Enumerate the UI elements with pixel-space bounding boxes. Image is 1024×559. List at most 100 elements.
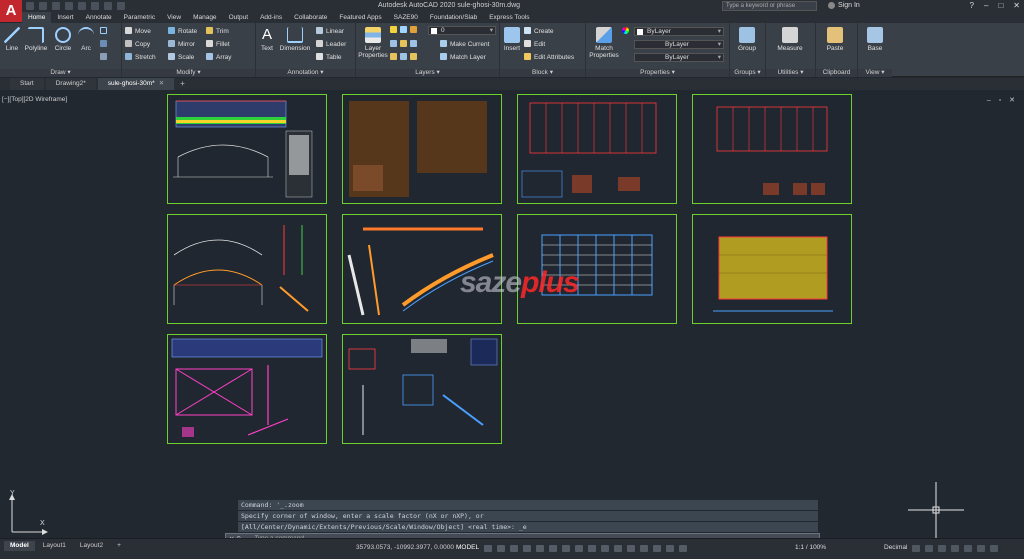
tab-annotate[interactable]: Annotate (80, 12, 118, 23)
plot-icon[interactable] (78, 2, 86, 10)
new-tab-button[interactable]: + (180, 78, 185, 90)
selection-filter-icon[interactable] (640, 545, 648, 552)
search-input[interactable]: Type a keyword or phrase (722, 1, 817, 11)
scale-tool[interactable]: Scale (168, 53, 194, 62)
annotation-scale[interactable]: 1:1 / 100% (795, 544, 826, 551)
save-icon[interactable] (52, 2, 60, 10)
ortho-icon[interactable] (510, 545, 518, 552)
linear-tool[interactable]: Linear (316, 27, 344, 36)
tab-collaborate[interactable]: Collaborate (288, 12, 333, 23)
linetype-dropdown[interactable]: ByLayer ▾ (634, 53, 724, 62)
line-tool[interactable]: Line (4, 27, 20, 52)
auto-scale-icon[interactable] (679, 545, 687, 552)
help-icon[interactable]: ? (970, 1, 974, 10)
table-tool[interactable]: Table (316, 53, 342, 62)
drawing-viewport[interactable]: [−][Top][2D Wireframe] – ▫ ✕ sazeplus Y … (0, 90, 1024, 538)
isolate-objects-icon[interactable] (938, 545, 946, 552)
menu-icon[interactable] (990, 545, 998, 552)
clean-screen-icon[interactable] (964, 545, 972, 552)
view-panel-title[interactable]: View ▾ (858, 69, 892, 77)
tab-saze90[interactable]: SAZE90 (388, 12, 424, 23)
viewport-window-controls[interactable]: – ▫ ✕ (987, 96, 1018, 104)
tab-model[interactable]: Model (4, 541, 35, 551)
layer-tools-row2[interactable] (390, 53, 420, 62)
tab-manage[interactable]: Manage (187, 12, 223, 23)
tab-start[interactable]: Start (10, 78, 44, 90)
leader-tool[interactable]: Leader (316, 40, 346, 49)
dimension-tool[interactable]: Dimension (278, 27, 312, 52)
copy-tool[interactable]: Copy (125, 40, 150, 49)
sheet-bracing-plan[interactable] (692, 214, 852, 324)
edit-block-tool[interactable]: Edit (524, 40, 545, 49)
lineweight-icon[interactable] (575, 545, 583, 552)
new-icon[interactable] (26, 2, 34, 10)
utilities-panel-title[interactable]: Utilities ▾ (766, 69, 815, 77)
autocad-logo[interactable]: A (0, 0, 22, 22)
tab-express-tools[interactable]: Express Tools (483, 12, 535, 23)
dynamic-ucs-icon[interactable] (627, 545, 635, 552)
isodraft-icon[interactable] (536, 545, 544, 552)
tab-insert[interactable]: Insert (51, 12, 79, 23)
layer-dropdown[interactable]: 0 ▾ (428, 26, 496, 35)
grid-icon[interactable] (484, 545, 492, 552)
selection-cycling-icon[interactable] (601, 545, 609, 552)
array-tool[interactable]: Array (206, 53, 232, 62)
sheet-foundation-plan[interactable] (517, 94, 677, 204)
tab-layout1[interactable]: Layout1 (37, 541, 72, 551)
sheet-elevation[interactable] (167, 94, 327, 204)
modify-panel-title[interactable]: Modify ▾ (122, 69, 255, 77)
redo-icon[interactable] (104, 2, 112, 10)
arc-tool[interactable]: Arc (78, 27, 94, 52)
layer-tools-row1[interactable] (390, 40, 420, 49)
osnap-icon[interactable] (562, 545, 570, 552)
viewport-controls-label[interactable]: [−][Top][2D Wireframe] (2, 96, 67, 103)
polyline-tool[interactable]: Polyline (22, 27, 50, 52)
rectangle-tool[interactable] (100, 27, 110, 36)
add-layout-button[interactable]: + (111, 541, 127, 551)
transparency-icon[interactable] (588, 545, 596, 552)
tab-featured-apps[interactable]: Featured Apps (333, 12, 387, 23)
block-panel-title[interactable]: Block ▾ (500, 69, 585, 77)
match-layer-tool[interactable]: Match Layer (440, 53, 486, 62)
minimize-button[interactable]: – (984, 1, 988, 10)
create-block-tool[interactable]: Create (524, 27, 554, 36)
saveas-icon[interactable] (65, 2, 73, 10)
maximize-button[interactable]: □ (998, 1, 1003, 10)
sign-in-link[interactable]: Sign In (838, 2, 860, 9)
annotation-visibility-icon[interactable] (666, 545, 674, 552)
share-icon[interactable] (117, 2, 125, 10)
lineweight-dropdown[interactable]: ByLayer ▾ (634, 40, 724, 49)
open-icon[interactable] (39, 2, 47, 10)
tab-drawing2[interactable]: Drawing2* (45, 78, 96, 90)
lock-ui-icon[interactable] (925, 545, 933, 552)
tab-parametric[interactable]: Parametric (118, 12, 161, 23)
insert-tool[interactable]: Insert (502, 27, 522, 52)
osnap-tracking-icon[interactable] (549, 545, 557, 552)
mirror-tool[interactable]: Mirror (168, 40, 195, 49)
quick-properties-icon[interactable] (912, 545, 920, 552)
model-space-toggle[interactable]: MODEL (456, 544, 479, 551)
fillet-tool[interactable]: Fillet (206, 40, 230, 49)
undo-icon[interactable] (91, 2, 99, 10)
measure-tool[interactable]: Measure (770, 27, 810, 52)
units-display[interactable]: Decimal (884, 544, 907, 551)
layers-panel-title[interactable]: Layers ▾ (356, 69, 499, 77)
sheet-connection-details[interactable] (342, 334, 502, 444)
layer-state-icons[interactable] (390, 26, 420, 35)
trim-tool[interactable]: Trim (206, 27, 229, 36)
boundary-tool[interactable] (100, 53, 110, 62)
tab-sule-ghosi[interactable]: sule-ghosi-30m* ✕ (97, 78, 175, 90)
circle-tool[interactable]: Circle (52, 27, 74, 52)
make-current-tool[interactable]: Make Current (440, 40, 489, 49)
3d-osnap-icon[interactable] (614, 545, 622, 552)
polar-icon[interactable] (523, 545, 531, 552)
match-properties-tool[interactable]: Match Properties (588, 27, 620, 59)
color-dropdown[interactable]: ByLayer ▾ (634, 27, 724, 36)
sheet-frame-bracing[interactable] (167, 334, 327, 444)
layer-properties-tool[interactable]: Layer Properties (358, 27, 388, 59)
edit-attributes-tool[interactable]: Edit Attributes (524, 53, 574, 62)
properties-panel-title[interactable]: Properties ▾ (586, 69, 729, 77)
gizmo-icon[interactable] (653, 545, 661, 552)
tab-add-ins[interactable]: Add-ins (254, 12, 288, 23)
rotate-tool[interactable]: Rotate (168, 27, 197, 36)
